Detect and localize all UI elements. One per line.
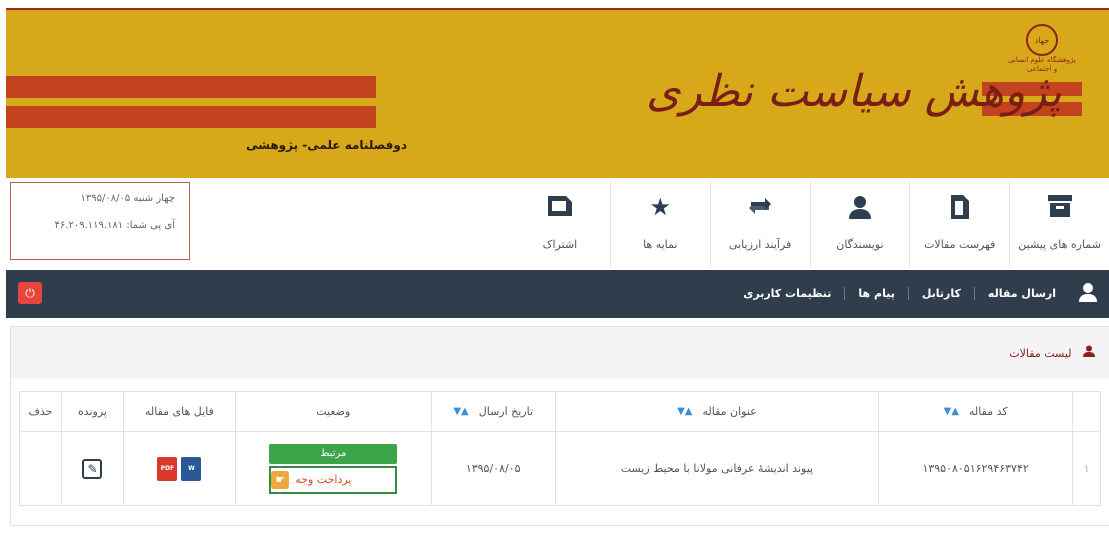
jahad-logo[interactable]: جهاد پژوهشگاه علوم انسانی و اجتماعی [1006,24,1078,80]
nav-subscription[interactable]: اشتراک [510,182,610,266]
link-messages[interactable]: پیام ها [844,287,907,300]
link-submit-article[interactable]: ارسال مقاله [973,287,1069,300]
user-icon[interactable] [1077,282,1099,304]
document-icon [947,194,973,220]
ip-address: آی پی شما: ۴۶.۲۰۹.۱۱۹.۱۸۱ [54,220,175,231]
current-date: چهار شنبه ۱۳۹۵/۰۸/۰۵ [80,193,175,204]
nav-archive[interactable]: شماره های پیشین [1009,182,1109,266]
table-row: ۱ ۱۳۹۵۰۸۰۵۱۶۲۹۴۶۳۷۴۲ پیوند اندیشۀ عرفانی… [18,431,1101,506]
user-toolbar: ارسال مقاله کارتابل پیام ها تنظیمات کارب… [6,270,1109,318]
header-index [1072,391,1101,432]
payment-label: پرداخت وجه [295,472,352,486]
top-border [0,0,1109,10]
row-index: ۱ [1072,431,1101,506]
header-delete: حذف [18,391,63,432]
nav-authors[interactable]: نویسندگان [809,182,910,266]
banner-stripe [6,106,376,128]
star-icon: ★ [649,193,672,221]
nav-label: نویسندگان [836,238,884,251]
user-icon [847,194,873,220]
panel-header: لیست مقالات [11,327,1109,379]
payment-button[interactable]: پرداخت وجه ☛ [269,465,398,494]
article-title: پیوند اندیشۀ عرفانی مولانا با محیط زیست [554,431,880,506]
nav-articles[interactable]: فهرست مقالات [909,182,1009,266]
logo-caption: پژوهشگاه علوم انسانی و اجتماعی [1008,56,1076,73]
header-dossier: پرونده [61,391,124,432]
sort-icon[interactable]: ▲▼ [677,406,692,417]
journal-title: پژوهش سیاست نظری [646,66,1062,117]
articles-panel: لیست مقالات کد مقاله ▲▼ عنوان مقاله ▲▼ تار… [10,326,1109,526]
dossier-cell: ✎ [61,431,124,506]
main-nav: شماره های پیشین فهرست مقالات نویسندگان ف… [510,182,1109,266]
header-title[interactable]: عنوان مقاله ▲▼ [554,391,880,432]
sort-icon[interactable]: ▲▼ [453,406,468,417]
hand-icon: ☛ [271,470,290,489]
logo-seal: جهاد [1026,24,1058,56]
page: دوفصلنامه علمی- پژوهشی پژوهش سیاست نظری … [0,0,1109,539]
panel-title: لیست مقالات [1009,347,1072,360]
subscription-icon [547,194,573,220]
delete-cell[interactable] [18,431,63,506]
nav-label: نمایه ها [643,238,678,251]
submit-date: ۱۳۹۵/۰۸/۰۵ [430,431,556,506]
user-icon [1081,345,1095,360]
nav-review-process[interactable]: فرآیند ارزیابی [709,182,810,266]
user-links: ارسال مقاله کارتابل پیام ها تنظیمات کارب… [730,287,1069,300]
nav-label: فهرست مقالات [924,238,996,251]
nav-label: شماره های پیشین [1018,238,1101,251]
word-file-icon[interactable]: W [181,456,202,481]
table-header-row: کد مقاله ▲▼ عنوان مقاله ▲▼ تاریخ ارسال ▲▼ و… [18,391,1101,432]
journal-banner: دوفصلنامه علمی- پژوهشی پژوهش سیاست نظری … [6,10,1109,178]
nav-label: اشتراک [542,238,578,251]
nav-indexes[interactable]: ★ نمایه ها [609,182,710,266]
header-date[interactable]: تاریخ ارسال ▲▼ [430,391,556,432]
article-code: ۱۳۹۵۰۸۰۵۱۶۲۹۴۶۳۷۴۲ [878,431,1074,506]
articles-table: کد مقاله ▲▼ عنوان مقاله ▲▼ تاریخ ارسال ▲▼ و… [18,391,1101,506]
logout-power-icon[interactable]: ⏻ [18,282,42,304]
link-cartable[interactable]: کارتابل [907,287,974,300]
header-code[interactable]: کد مقاله ▲▼ [878,391,1074,432]
header-files: فایل های مقاله [122,391,236,432]
link-user-settings[interactable]: تنظیمات کاربری [730,287,844,300]
edit-icon[interactable]: ✎ [82,458,103,479]
status-cell: مرتبط پرداخت وجه ☛ [234,431,432,506]
header-status: وضعیت [234,391,432,432]
nav-label: فرآیند ارزیابی [728,238,792,251]
banner-stripe [6,76,376,98]
status-box: مرتبط پرداخت وجه ☛ [269,443,398,494]
banner-subtitle: دوفصلنامه علمی- پژوهشی [246,138,408,152]
archive-icon [1047,194,1073,220]
files-cell: W PDF [122,431,236,506]
status-badge: مرتبط [269,443,398,464]
file-icons: W PDF [157,456,202,481]
exchange-icon [747,194,773,220]
pdf-file-icon[interactable]: PDF [157,456,178,481]
sort-icon[interactable]: ▲▼ [944,406,959,417]
visitor-info-box: چهار شنبه ۱۳۹۵/۰۸/۰۵ آی پی شما: ۴۶.۲۰۹.۱… [10,182,190,260]
